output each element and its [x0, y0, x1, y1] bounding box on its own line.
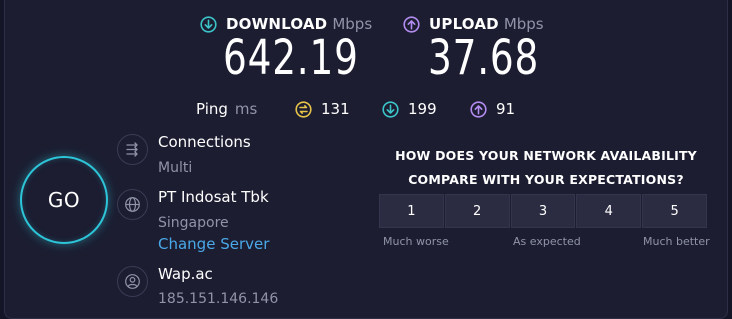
ping-download-value: 199	[408, 100, 437, 118]
ping-label: Ping	[196, 100, 228, 118]
rating-option-1[interactable]: 1	[379, 194, 444, 228]
arrow-down-circle-icon	[382, 100, 399, 118]
upload-value: 37.68	[428, 30, 540, 86]
arrow-down-circle-icon	[200, 15, 217, 33]
rating-low-label: Much worse	[383, 235, 449, 248]
rating-scale: 1 2 3 4 5	[379, 194, 707, 228]
server-location: Singapore	[158, 215, 229, 231]
arrow-up-circle-icon	[403, 15, 420, 33]
ping-idle: 131	[295, 97, 350, 121]
rating-high-label: Much better	[643, 235, 710, 248]
connections-title: Connections	[158, 133, 251, 151]
rating-mid-label: As expected	[513, 235, 581, 248]
survey-question-line2: COMPARE WITH YOUR EXPECTATIONS?	[408, 172, 684, 187]
ping-unit: ms	[234, 100, 258, 118]
arrow-up-circle-icon	[470, 100, 487, 118]
user-icon	[117, 266, 148, 297]
ping-idle-value: 131	[321, 100, 350, 118]
ping-idle-icon	[295, 100, 312, 118]
rating-option-5[interactable]: 5	[642, 194, 707, 228]
rating-option-4[interactable]: 4	[576, 194, 642, 228]
change-server-link[interactable]: Change Server	[158, 235, 269, 253]
ping-download: 199	[382, 97, 437, 121]
host-name: Wap.ac	[158, 265, 213, 283]
globe-icon	[117, 189, 148, 220]
rating-option-2[interactable]: 2	[444, 194, 510, 228]
isp-name: PT Indosat Tbk	[158, 188, 269, 206]
go-button[interactable]: GO	[20, 156, 108, 244]
download-value: 642.19	[223, 30, 359, 86]
ping-label-group: Ping ms	[196, 97, 257, 121]
rating-option-3[interactable]: 3	[510, 194, 576, 228]
connections-value: Multi	[158, 160, 193, 176]
ping-upload: 91	[470, 97, 515, 121]
ping-upload-value: 91	[496, 100, 516, 118]
host-ip: 185.151.146.146	[158, 291, 279, 307]
survey-question: HOW DOES YOUR NETWORK AVAILABILITY COMPA…	[380, 144, 712, 192]
connections-icon	[117, 134, 148, 165]
survey-question-line1: HOW DOES YOUR NETWORK AVAILABILITY	[395, 148, 697, 163]
